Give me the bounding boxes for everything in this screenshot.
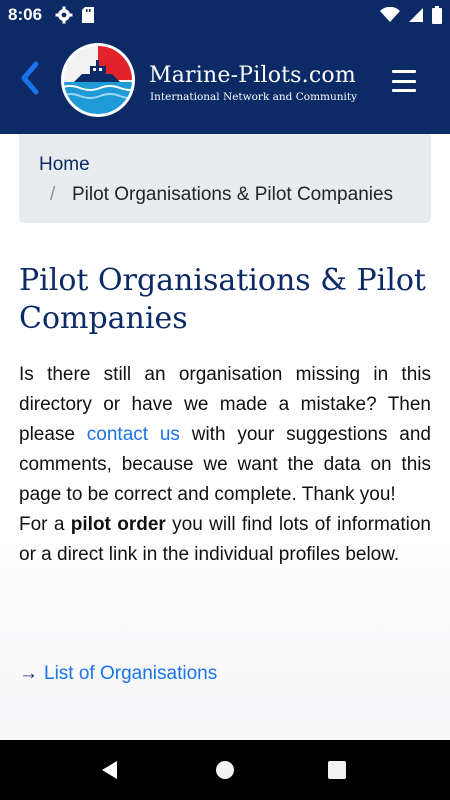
main-content: Home / Pilot Organisations & Pilot Compa… [0, 134, 450, 740]
site-header: Marine-Pilots.com International Network … [0, 30, 450, 134]
breadcrumb-home-link[interactable]: Home [39, 154, 90, 176]
status-time: 8:06 [8, 5, 43, 24]
page-title: Pilot Organisations & Pilot Companies [19, 263, 426, 336]
breadcrumb-separator: / [50, 184, 56, 205]
nav-back-icon[interactable] [100, 760, 120, 780]
sd-card-icon [82, 7, 94, 23]
android-nav-bar [0, 740, 450, 800]
order-text-part1: For a [19, 514, 71, 535]
arrow-right-icon: → [19, 663, 38, 684]
signal-icon [409, 8, 423, 22]
list-of-organisations-label[interactable]: List of Organisations [44, 663, 217, 684]
site-logo[interactable] [60, 42, 136, 118]
intro-text: Is there still an organisation missing i… [19, 360, 431, 570]
menu-icon[interactable] [392, 70, 416, 92]
brand-name[interactable]: Marine-Pilots.com [149, 63, 356, 88]
nav-recents-icon[interactable] [328, 761, 346, 779]
status-bar: 8:06 [0, 0, 450, 30]
back-icon[interactable] [16, 58, 44, 98]
pilot-order-bold: pilot order [70, 514, 166, 535]
battery-icon [432, 6, 442, 24]
list-of-organisations-link[interactable]: → List of Organisations [19, 663, 217, 685]
nav-home-icon[interactable] [216, 761, 234, 779]
gear-icon [55, 6, 73, 24]
breadcrumb: Home / Pilot Organisations & Pilot Compa… [19, 134, 431, 223]
breadcrumb-current: Pilot Organisations & Pilot Companies [72, 184, 394, 205]
wifi-icon [380, 7, 400, 22]
contact-us-link[interactable]: contact us [87, 424, 180, 445]
brand-tagline: International Network and Community [150, 91, 358, 103]
